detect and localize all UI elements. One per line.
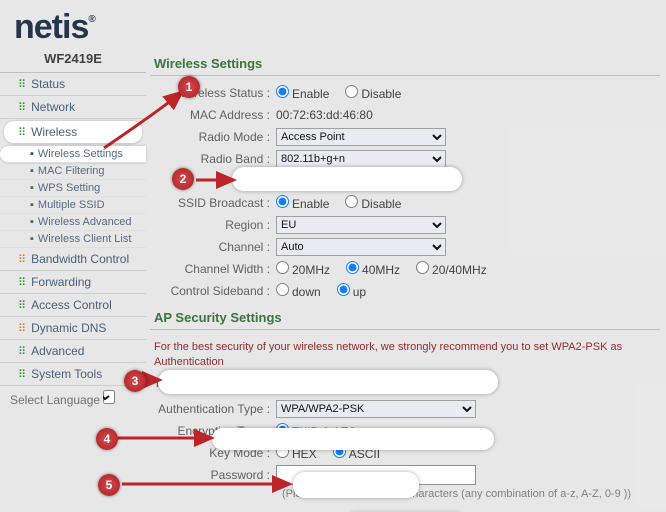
subnav-wps[interactable]: ▪WPS Setting xyxy=(0,180,146,197)
select-radio-mode[interactable]: Access Point xyxy=(276,128,446,146)
sidebar-item-access[interactable]: ⠿Access Control xyxy=(0,294,146,317)
label-channel: Channel : xyxy=(150,240,276,254)
input-password[interactable] xyxy=(276,465,476,485)
label-radio-band: Radio Band : xyxy=(150,152,276,166)
subnav-multi-ssid[interactable]: ▪Multiple SSID xyxy=(0,197,146,214)
callout-5: 5 xyxy=(98,474,120,496)
sidebar: WF2419E ⠿Status ⠿Network ⠿Wireless ▪Wire… xyxy=(0,48,146,411)
label-radio-mode: Radio Mode : xyxy=(150,130,276,144)
radio-ascii[interactable]: ASCII xyxy=(333,445,380,461)
radio-enc-tkipaes[interactable]: TKIP & AES xyxy=(276,423,356,439)
main-panel: Wireless Settings Wireless Status : Enab… xyxy=(150,54,660,512)
sidebar-item-advanced[interactable]: ⠿Advanced xyxy=(0,340,146,363)
input-ssid[interactable] xyxy=(276,171,446,191)
subnav-mac-filtering[interactable]: ▪MAC Filtering xyxy=(0,163,146,180)
section-ap-title: AP Security Settings xyxy=(150,308,660,330)
language-select[interactable] xyxy=(103,390,115,404)
select-radio-band[interactable]: 802.11b+g+n xyxy=(276,150,446,168)
callout-1: 1 xyxy=(178,76,200,98)
sidebar-item-network[interactable]: ⠿Network xyxy=(0,96,146,119)
security-note-2: Type, and AES or TKIP & AES as Encryptio… xyxy=(150,373,660,394)
label-chwidth: Channel Width : xyxy=(150,262,276,276)
radio-ssidbc-disable[interactable]: Disable xyxy=(345,195,401,211)
sidebar-item-bandwidth[interactable]: ⠿Bandwidth Control xyxy=(0,248,146,271)
callout-2: 2 xyxy=(172,168,194,190)
label-auth: Authentication Type : xyxy=(150,402,276,416)
label-keymode: Key Mode : xyxy=(150,446,276,460)
radio-enable[interactable]: Enable xyxy=(276,85,329,101)
subnav-client-list[interactable]: ▪Wireless Client List xyxy=(0,231,146,248)
select-auth-type[interactable]: WPA/WPA2-PSK xyxy=(276,400,476,418)
security-note-1: For the best security of your wireless n… xyxy=(150,336,660,373)
sidebar-item-ddns[interactable]: ⠿Dynamic DNS xyxy=(0,317,146,340)
sidebar-item-status[interactable]: ⠿Status xyxy=(0,73,146,96)
label-enc: Encryption Type : xyxy=(150,424,276,438)
callout-4: 4 xyxy=(96,428,118,450)
radio-hex[interactable]: HEX xyxy=(276,445,317,461)
password-hint: (Please enter 8-63 ASCII characters (any… xyxy=(150,488,660,500)
sidebar-item-forwarding[interactable]: ⠿Forwarding xyxy=(0,271,146,294)
label-ctrlsb: Control Sideband : xyxy=(150,284,276,298)
subnav-wireless-advanced[interactable]: ▪Wireless Advanced xyxy=(0,214,146,231)
radio-up[interactable]: up xyxy=(337,283,366,299)
radio-ssidbc-enable[interactable]: Enable xyxy=(276,195,329,211)
select-channel[interactable]: Auto xyxy=(276,238,446,256)
label-ssid-bc: SSID Broadcast : xyxy=(150,196,276,210)
model-label: WF2419E xyxy=(0,48,146,73)
select-region[interactable]: EU xyxy=(276,216,446,234)
radio-down[interactable]: down xyxy=(276,283,321,299)
radio-cw20[interactable]: 20MHz xyxy=(276,261,330,277)
sidebar-item-wireless[interactable]: ⠿Wireless xyxy=(4,121,142,144)
brand-logo: netis® xyxy=(14,8,95,47)
radio-disable[interactable]: Disable xyxy=(345,85,401,101)
callout-3: 3 xyxy=(124,370,146,392)
label-region: Region : xyxy=(150,218,276,232)
subnav-wireless-settings[interactable]: ▪Wireless Settings xyxy=(0,146,146,163)
language-row: Select Language xyxy=(0,386,146,411)
radio-cw2040[interactable]: 20/40MHz xyxy=(416,261,487,277)
label-ssid: SSID : xyxy=(150,174,276,188)
value-mac: 00:72:63:dd:46:80 xyxy=(276,108,373,122)
radio-cw40[interactable]: 40MHz xyxy=(346,261,400,277)
label-password: Password : xyxy=(150,468,276,482)
language-label: Select Language xyxy=(10,393,100,407)
label-mac: MAC Address : xyxy=(150,108,276,122)
label-wireless-status: Wireless Status : xyxy=(150,86,276,100)
section-wireless-title: Wireless Settings xyxy=(150,54,660,76)
